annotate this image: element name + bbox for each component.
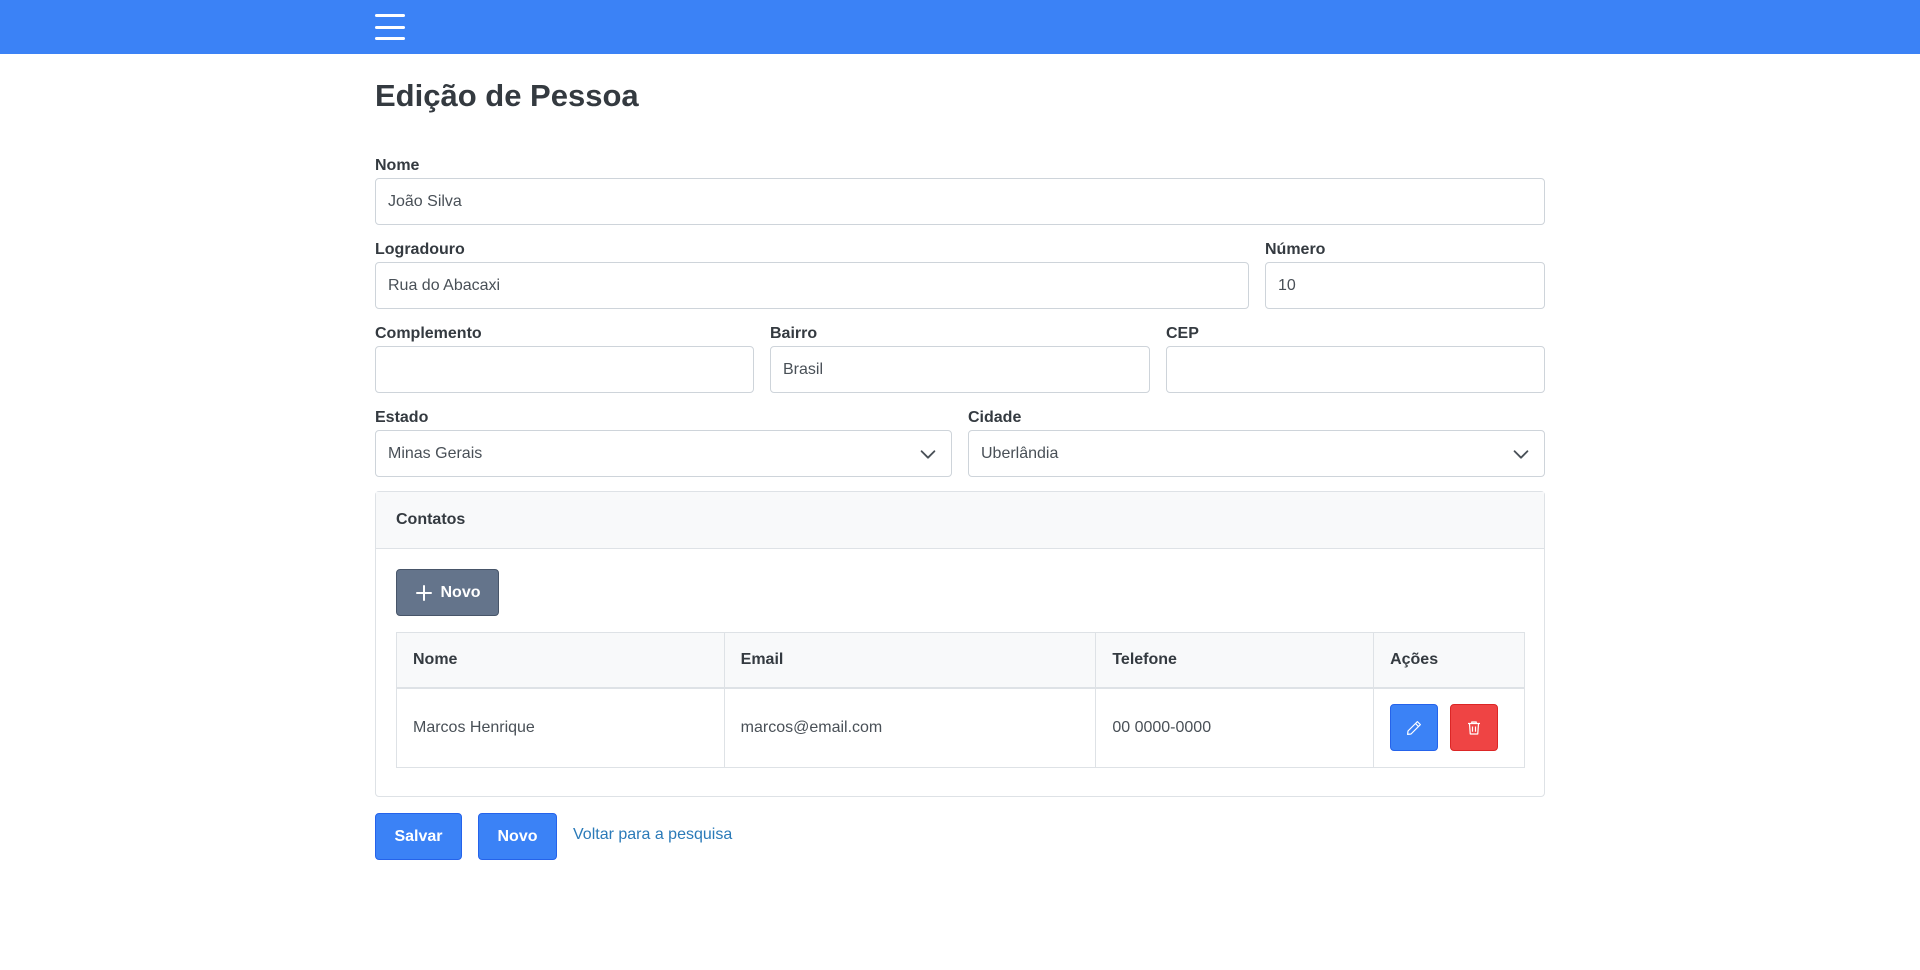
contact-name-cell: Marcos Henrique (396, 687, 725, 768)
bairro-input[interactable] (770, 346, 1150, 393)
complemento-field-group: Complemento (375, 324, 754, 393)
numero-input[interactable] (1265, 262, 1545, 309)
complemento-label: Complemento (375, 325, 482, 342)
chevron-down-icon (920, 450, 936, 459)
logradouro-field-group: Logradouro (375, 240, 1249, 309)
cidade-selected-value: Uberlândia (981, 445, 1059, 462)
contact-actions-cell (1373, 687, 1525, 768)
page-title: Edição de Pessoa (375, 78, 639, 113)
complemento-input[interactable] (375, 346, 754, 393)
cep-label: CEP (1166, 325, 1199, 342)
contatos-card-title: Contatos (376, 492, 1544, 549)
column-header-nome: Nome (396, 632, 725, 689)
logradouro-input[interactable] (375, 262, 1249, 309)
pencil-icon (1407, 720, 1422, 735)
cidade-field-group: Cidade Uberlândia (968, 408, 1545, 477)
plus-icon (415, 584, 432, 601)
delete-contact-button[interactable] (1450, 704, 1499, 752)
contact-phone-cell: 00 0000-0000 (1095, 687, 1375, 768)
numero-label: Número (1265, 241, 1326, 258)
bairro-label: Bairro (770, 325, 818, 342)
save-button[interactable]: Salvar (375, 813, 462, 860)
table-header-row: Nome Email Telefone Ações (396, 632, 1525, 689)
estado-field-group: Estado Minas Gerais (375, 408, 952, 477)
back-to-search-link[interactable]: Voltar para a pesquisa (573, 826, 732, 844)
nome-field-group: Nome (375, 156, 1545, 225)
nome-input[interactable] (375, 178, 1545, 225)
new-contact-button[interactable]: Novo (396, 569, 499, 616)
cidade-label: Cidade (968, 409, 1022, 426)
contatos-card: Contatos Novo Nome Email Telefone Ações … (375, 491, 1545, 797)
column-header-acoes: Ações (1373, 632, 1525, 689)
cidade-select[interactable]: Uberlândia (968, 430, 1545, 477)
table-row: Marcos Henrique marcos@email.com 00 0000… (396, 687, 1525, 768)
new-contact-label: Novo (440, 583, 481, 601)
column-header-email: Email (723, 632, 1097, 689)
cep-input[interactable] (1166, 346, 1545, 393)
menu-icon[interactable] (372, 12, 408, 42)
bairro-field-group: Bairro (770, 324, 1150, 393)
logradouro-label: Logradouro (375, 241, 465, 258)
top-navbar (0, 0, 1920, 54)
trash-icon (1468, 721, 1481, 735)
new-button[interactable]: Novo (478, 813, 557, 860)
cep-field-group: CEP (1166, 324, 1545, 393)
estado-select[interactable]: Minas Gerais (375, 430, 952, 477)
estado-label: Estado (375, 409, 429, 426)
contacts-table: Nome Email Telefone Ações Marcos Henriqu… (396, 632, 1525, 768)
chevron-down-icon (1513, 450, 1529, 459)
edit-contact-button[interactable] (1390, 704, 1439, 752)
nome-label: Nome (375, 157, 420, 174)
contact-email-cell: marcos@email.com (723, 687, 1097, 768)
column-header-telefone: Telefone (1095, 632, 1375, 689)
numero-field-group: Número (1265, 240, 1545, 309)
estado-selected-value: Minas Gerais (388, 445, 483, 462)
